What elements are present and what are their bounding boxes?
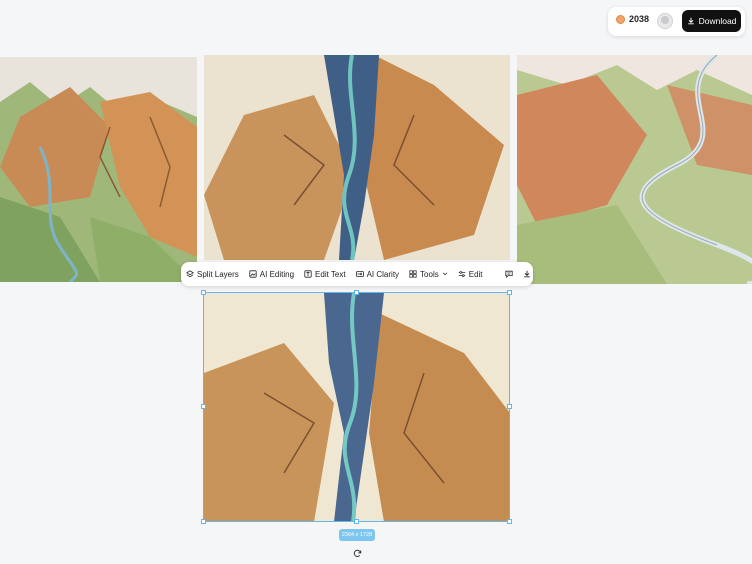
tools-label: Tools (420, 269, 439, 279)
resize-handle-left[interactable] (201, 404, 206, 409)
canyon-illustration (204, 55, 510, 260)
dimension-badge: 2304 x 1728 (339, 529, 375, 541)
ai-editing-button[interactable]: AI Editing (244, 270, 299, 279)
edit-button[interactable]: Edit (453, 270, 488, 279)
ai-editing-label: AI Editing (259, 269, 295, 279)
credits-indicator[interactable]: 2038 (616, 14, 649, 24)
credits-count: 2038 (629, 14, 650, 24)
avatar[interactable] (657, 13, 673, 29)
tools-dropdown[interactable]: Tools (404, 270, 453, 279)
image-edit-icon (249, 270, 257, 278)
comment-button[interactable] (500, 270, 518, 278)
resize-handle-right[interactable] (507, 404, 512, 409)
resize-handle-top-right[interactable] (507, 290, 512, 295)
resize-handle-bottom-left[interactable] (201, 519, 206, 524)
edit-text-label: Edit Text (315, 269, 346, 279)
canyon-selected-illustration (204, 293, 510, 522)
download-icon (523, 270, 530, 278)
grid-icon (409, 270, 417, 278)
image-river-right[interactable] (517, 55, 752, 284)
download-button[interactable]: Download (682, 10, 741, 32)
hd-icon (355, 271, 364, 277)
ai-clarity-label: AI Clarity (366, 269, 400, 279)
edit-label: Edit (468, 269, 483, 279)
image-valley-left[interactable] (0, 57, 197, 282)
resize-handle-bottom[interactable] (354, 519, 359, 524)
resize-handle-top[interactable] (354, 290, 359, 295)
coin-icon (616, 14, 625, 24)
download-image-button[interactable] (518, 270, 536, 278)
layers-icon (186, 270, 194, 278)
edit-text-button[interactable]: Edit Text (299, 270, 351, 279)
download-icon (687, 17, 694, 25)
ai-clarity-button[interactable]: AI Clarity (351, 270, 404, 279)
sliders-icon (458, 271, 465, 277)
split-layers-button[interactable]: Split Layers (181, 270, 244, 279)
text-icon (304, 270, 312, 278)
image-toolbar: Split Layers AI Editing Edit Text AI Cla… (181, 262, 533, 286)
rotate-button[interactable] (350, 546, 364, 560)
chevron-down-icon (442, 272, 447, 276)
image-canyon-selected[interactable] (204, 293, 510, 522)
image-canyon-top[interactable] (204, 55, 510, 260)
resize-handle-bottom-right[interactable] (507, 519, 512, 524)
river-illustration (517, 55, 752, 284)
valley-illustration (0, 57, 197, 282)
comment-icon (504, 270, 513, 278)
split-layers-label: Split Layers (197, 269, 239, 279)
download-label: Download (698, 16, 737, 26)
resize-handle-top-left[interactable] (201, 290, 206, 295)
account-bar: 2038 Download (608, 7, 745, 36)
refresh-icon (353, 549, 361, 557)
